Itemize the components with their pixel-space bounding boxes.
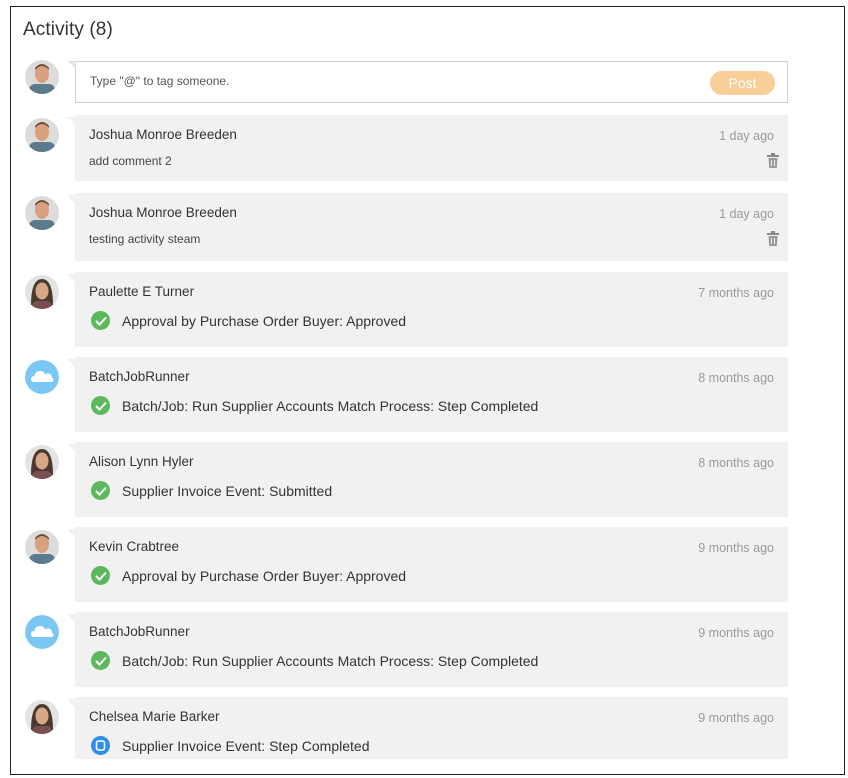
- check-circle-icon: [91, 396, 110, 415]
- activity-timestamp: 9 months ago: [698, 711, 774, 725]
- trash-icon[interactable]: [766, 231, 780, 247]
- user-photo: [25, 700, 59, 734]
- activity-timestamp: 8 months ago: [698, 456, 774, 470]
- activity-avatar[interactable]: [25, 118, 59, 152]
- cloud-icon: [25, 615, 59, 649]
- activity-author[interactable]: Alison Lynn Hyler: [89, 454, 194, 469]
- current-user-avatar: [25, 60, 59, 94]
- activity-timestamp: 1 day ago: [719, 207, 774, 221]
- activity-panel: Activity (8) Post Joshua Monroe Breeden 1…: [10, 6, 845, 775]
- activity-timestamp: 8 months ago: [698, 371, 774, 385]
- activity-item: Alison Lynn Hyler 8 months ago Supplier In…: [67, 442, 788, 517]
- activity-avatar[interactable]: [25, 530, 59, 564]
- man-avatar-icon: [25, 60, 59, 94]
- activity-item: Kevin Crabtree 9 months ago Approval by Pu…: [67, 527, 788, 602]
- activity-item: Joshua Monroe Breeden 1 day ago testing ac…: [67, 193, 788, 261]
- comment-input[interactable]: [88, 73, 692, 89]
- event-text: Approval by Purchase Order Buyer: Approv…: [122, 312, 407, 329]
- step-icon: [91, 736, 110, 755]
- activity-avatar[interactable]: [25, 615, 59, 649]
- check-circle-icon: [91, 566, 110, 585]
- activity-timestamp: 1 day ago: [719, 129, 774, 143]
- check-circle-icon: [91, 651, 110, 670]
- activity-item: BatchJobRunner 8 months ago Batch/Job: Run…: [67, 357, 788, 432]
- cloud-icon: [25, 360, 59, 394]
- event-text: Batch/Job: Run Supplier Accounts Match P…: [122, 652, 539, 669]
- event-line: Approval by Purchase Order Buyer: Approv…: [91, 566, 406, 585]
- check-circle-icon: [91, 311, 110, 330]
- event-text: Batch/Job: Run Supplier Accounts Match P…: [122, 397, 539, 414]
- activity-avatar[interactable]: [25, 700, 59, 734]
- activity-timestamp: 9 months ago: [698, 541, 774, 555]
- user-photo: [25, 118, 59, 152]
- comment-text: testing activity steam: [89, 232, 201, 246]
- activity-author[interactable]: Joshua Monroe Breeden: [89, 205, 237, 220]
- event-line: Batch/Job: Run Supplier Accounts Match P…: [91, 651, 538, 670]
- activity-avatar[interactable]: [25, 445, 59, 479]
- activity-author[interactable]: Kevin Crabtree: [89, 539, 179, 554]
- user-photo: [25, 275, 59, 309]
- activity-avatar[interactable]: [25, 196, 59, 230]
- event-line: Approval by Purchase Order Buyer: Approv…: [91, 311, 406, 330]
- comment-text: add comment 2: [89, 154, 172, 168]
- activity-author[interactable]: Paulette E Turner: [89, 284, 194, 299]
- event-line: Supplier Invoice Event: Step Completed: [91, 736, 369, 755]
- event-line: Batch/Job: Run Supplier Accounts Match P…: [91, 396, 538, 415]
- panel-title: Activity (8): [23, 19, 113, 40]
- comment-compose-box: Post: [68, 61, 788, 103]
- event-text: Supplier Invoice Event: Step Completed: [122, 737, 370, 754]
- activity-timestamp: 7 months ago: [698, 286, 774, 300]
- activity-author[interactable]: BatchJobRunner: [89, 369, 190, 384]
- event-line: Supplier Invoice Event: Submitted: [91, 481, 332, 500]
- activity-author[interactable]: Joshua Monroe Breeden: [89, 127, 237, 142]
- activity-item: Joshua Monroe Breeden 1 day ago add commen…: [67, 115, 788, 181]
- activity-avatar[interactable]: [25, 275, 59, 309]
- activity-item: Chelsea Marie Barker 9 months ago Supplier…: [67, 697, 788, 759]
- activity-author[interactable]: BatchJobRunner: [89, 624, 190, 639]
- activity-author[interactable]: Chelsea Marie Barker: [89, 709, 220, 724]
- user-photo: [25, 445, 59, 479]
- activity-avatar[interactable]: [25, 360, 59, 394]
- check-circle-icon: [91, 481, 110, 500]
- activity-timestamp: 9 months ago: [698, 626, 774, 640]
- user-photo: [25, 530, 59, 564]
- activity-item: BatchJobRunner 9 months ago Batch/Job: Run…: [67, 612, 788, 687]
- post-button[interactable]: Post: [710, 71, 775, 95]
- event-text: Approval by Purchase Order Buyer: Approv…: [122, 567, 407, 584]
- event-text: Supplier Invoice Event: Submitted: [122, 482, 333, 499]
- activity-item: Paulette E Turner 7 months ago Approval by…: [67, 272, 788, 347]
- trash-icon[interactable]: [766, 153, 780, 169]
- user-photo: [25, 196, 59, 230]
